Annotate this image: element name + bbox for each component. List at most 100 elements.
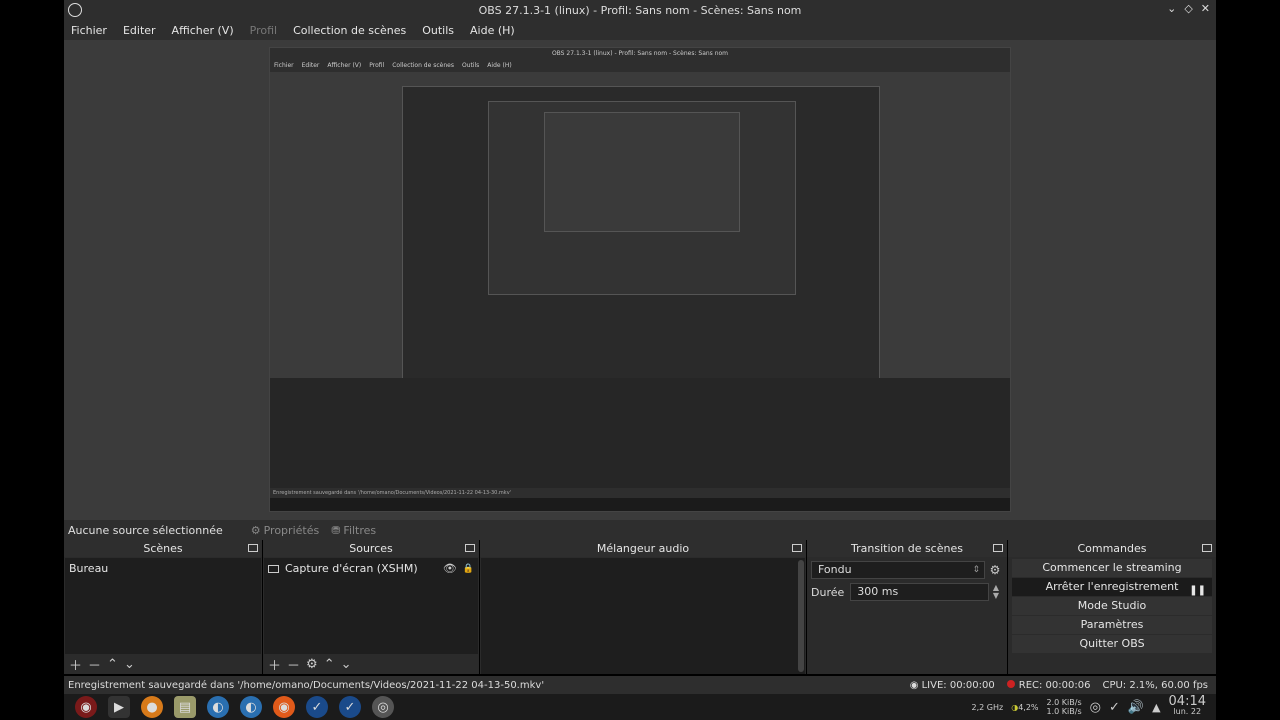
nested-status: Enregistrement sauvegardé dans '/home/om…	[270, 488, 1010, 498]
minimize-button[interactable]: ⌄	[1167, 2, 1176, 15]
duration-input[interactable]: 300 ms	[850, 583, 989, 601]
nested-taskbar	[270, 498, 1010, 511]
scene-item[interactable]: Bureau	[65, 558, 261, 579]
status-message: Enregistrement sauvegardé dans '/home/om…	[68, 679, 545, 691]
steam-icon[interactable]: ✓	[306, 696, 328, 718]
menu-afficher[interactable]: Afficher (V)	[172, 24, 234, 37]
obs-tray-icon[interactable]: ◎	[1090, 700, 1101, 715]
nested-title: OBS 27.1.3-1 (linux) - Profil: Sans nom …	[270, 48, 1010, 60]
eye-icon[interactable]: 👁	[443, 562, 457, 575]
audio-mixer-dock: Mélangeur audio	[480, 540, 806, 674]
properties-button[interactable]: ⚙ Propriétés	[251, 524, 319, 537]
close-button[interactable]: ✕	[1201, 2, 1210, 15]
scenes-dock: Scènes Bureau ＋ － ⌃ ⌄	[64, 540, 262, 674]
battery-indicator[interactable]: ◑4,2%	[1011, 703, 1038, 712]
duration-stepper[interactable]: ▲ ▼	[989, 584, 1003, 600]
lock-icon[interactable]: 🔒	[463, 564, 474, 574]
volume-icon[interactable]: 🔊	[1128, 700, 1144, 715]
move-down-icon[interactable]: ⌄	[124, 657, 135, 672]
system-tray: 2,2 GHz ◑4,2% 2.0 KiB/s 1.0 KiB/s ◎ ✓ 🔊 ▲…	[972, 694, 1214, 720]
gimp-icon[interactable]: ●	[141, 696, 163, 718]
transitions-dock: Transition de scènes Fondu ⇕ ⚙ Durée 300 …	[807, 540, 1007, 674]
nested-preview	[270, 72, 1010, 384]
steam-tray-icon[interactable]: ✓	[1109, 700, 1120, 715]
file-manager-icon[interactable]: ▤	[174, 696, 196, 718]
transition-select[interactable]: Fondu ⇕	[811, 561, 985, 579]
nested-obs-capture: OBS 27.1.3-1 (linux) - Profil: Sans nom …	[269, 47, 1011, 512]
gear-icon[interactable]: ⚙	[987, 563, 1003, 577]
settings-button[interactable]: Paramètres	[1012, 616, 1212, 634]
record-dot-icon	[1006, 679, 1015, 688]
chat-icon-2[interactable]: ◐	[240, 696, 262, 718]
remove-icon[interactable]: －	[88, 655, 101, 674]
commands-dock: Commandes Commencer le streaming Arrêter…	[1008, 540, 1216, 674]
add-icon[interactable]: ＋	[268, 655, 281, 674]
obs-icon[interactable]: ◎	[372, 696, 394, 718]
nested-capture-level-4	[544, 112, 740, 232]
firefox-icon[interactable]: ◉	[273, 696, 295, 718]
mixer-scrollbar[interactable]	[798, 560, 804, 672]
add-icon[interactable]: ＋	[69, 655, 82, 674]
cpu-frequency: 2,2 GHz	[971, 702, 1004, 712]
menu-outils[interactable]: Outils	[422, 24, 454, 37]
live-status: ◉ LIVE: 00:00:00	[909, 679, 995, 691]
cpu-status: CPU: 2.1%, 60.00 fps	[1102, 679, 1208, 691]
move-down-icon[interactable]: ⌄	[341, 657, 352, 672]
network-speed: 2.0 KiB/s 1.0 KiB/s	[1046, 698, 1082, 716]
maximize-button[interactable]: ◇	[1184, 2, 1192, 15]
menu-fichier[interactable]: Fichier	[71, 24, 107, 37]
mixer-area	[481, 558, 805, 674]
chat-icon[interactable]: ◐	[207, 696, 229, 718]
scenes-title: Scènes	[143, 542, 183, 555]
float-icon[interactable]	[248, 544, 258, 552]
source-toolbar: Aucune source sélectionnée ⚙ Propriétés ⛃…	[64, 520, 1216, 540]
nested-menu: Fichier Editer Afficher (V) Profil Collectio…	[270, 60, 1010, 72]
float-icon[interactable]	[792, 544, 802, 552]
commands-title: Commandes	[1077, 542, 1147, 555]
move-up-icon[interactable]: ⌃	[324, 657, 335, 672]
mixer-title: Mélangeur audio	[596, 542, 690, 555]
quit-button[interactable]: Quitter OBS	[1012, 635, 1212, 653]
start-streaming-button[interactable]: Commencer le streaming	[1012, 559, 1212, 577]
float-icon[interactable]	[993, 544, 1003, 552]
filter-icon: ⛃	[331, 523, 341, 537]
studio-mode-button[interactable]: Mode Studio	[1012, 597, 1212, 615]
sources-list[interactable]: Capture d'écran (XSHM) 👁 🔒	[264, 558, 478, 654]
window-title: OBS 27.1.3-1 (linux) - Profil: Sans nom …	[478, 3, 802, 17]
steam-icon-2[interactable]: ✓	[339, 696, 361, 718]
nested-capture-level-3	[488, 101, 796, 295]
duration-label: Durée	[811, 585, 845, 599]
title-bar: OBS 27.1.3-1 (linux) - Profil: Sans nom …	[64, 0, 1216, 20]
source-item[interactable]: Capture d'écran (XSHM) 👁 🔒	[264, 558, 478, 579]
filters-button[interactable]: ⛃ Filtres	[331, 524, 376, 537]
menu-profil[interactable]: Profil	[250, 24, 277, 37]
status-bar: Enregistrement sauvegardé dans '/home/om…	[64, 676, 1216, 694]
stop-recording-button[interactable]: Arrêter l'enregistrement ❚❚	[1012, 578, 1212, 596]
clock[interactable]: 04:14 lun. 22	[1169, 695, 1206, 717]
gear-icon[interactable]: ⚙	[306, 657, 318, 672]
nested-capture-level-2	[402, 86, 880, 384]
broadcast-icon: ◉	[909, 679, 922, 691]
terminal-icon[interactable]: ▶	[108, 696, 130, 718]
scenes-list[interactable]: Bureau	[65, 558, 261, 654]
menu-bar: Fichier Editer Afficher (V) Profil Colle…	[64, 20, 1216, 40]
remove-icon[interactable]: －	[287, 655, 300, 674]
transitions-title: Transition de scènes	[851, 542, 963, 555]
menu-aide[interactable]: Aide (H)	[470, 24, 515, 37]
no-source-label: Aucune source sélectionnée	[68, 523, 223, 537]
nested-docks	[270, 378, 1010, 488]
preview-canvas[interactable]: OBS 27.1.3-1 (linux) - Profil: Sans nom …	[64, 40, 1216, 520]
float-icon[interactable]	[465, 544, 475, 552]
taskbar: ◉ ▶ ● ▤ ◐ ◐ ◉ ✓ ✓ ◎ 2,2 GHz ◑4,2% 2.0 Ki…	[64, 694, 1216, 720]
float-icon[interactable]	[1202, 544, 1212, 552]
menu-editer[interactable]: Editer	[123, 24, 156, 37]
rec-status: REC: 00:00:06	[1006, 679, 1090, 691]
monitor-icon	[268, 564, 279, 573]
move-up-icon[interactable]: ⌃	[107, 657, 118, 672]
gear-icon: ⚙	[250, 523, 261, 537]
sources-title: Sources	[349, 542, 393, 555]
tray-expand-icon[interactable]: ▲	[1152, 701, 1160, 714]
sources-dock: Sources Capture d'écran (XSHM) 👁 🔒 ＋ － ⚙…	[263, 540, 479, 674]
app-menu-icon[interactable]: ◉	[75, 696, 97, 718]
menu-collection-scenes[interactable]: Collection de scènes	[293, 24, 406, 37]
